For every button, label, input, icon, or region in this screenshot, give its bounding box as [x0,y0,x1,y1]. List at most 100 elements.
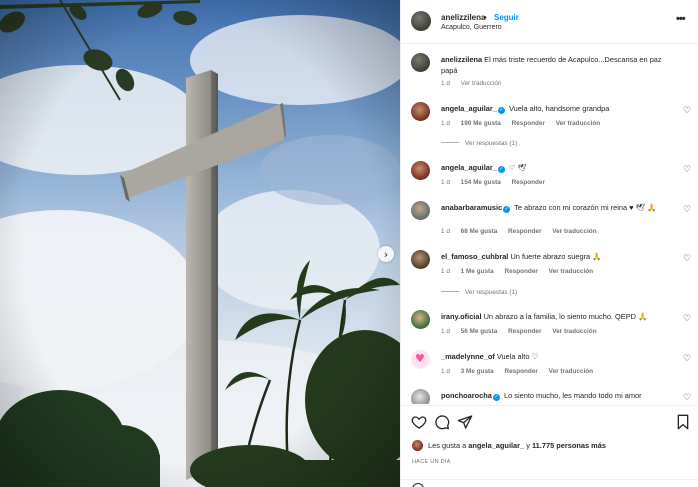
verified-icon: ✓ [492,394,500,401]
author-avatar[interactable] [411,53,430,72]
comment-username[interactable]: irany.oficial [441,312,482,321]
comment-time[interactable]: 1 d [441,120,450,127]
more-options-icon[interactable]: ••• [676,13,686,25]
commenter-avatar[interactable]: ♥ [411,350,430,369]
likes-text[interactable]: Les gusta a angela_aguilar_ y 11.775 per… [428,441,606,450]
comment-meta: 1 d 190 Me gusta Responder Ver traducció… [441,120,609,127]
commenter-avatar[interactable] [411,161,430,180]
follow-button[interactable]: Seguir [494,13,519,22]
comment-text: irany.oficial Un abrazo a la familia, lo… [441,312,677,323]
translate-link[interactable]: Ver traducción [549,268,593,275]
commenter-avatar[interactable] [411,201,430,220]
comment-likes[interactable]: 3 Me gusta [461,368,494,375]
separator-dot: • [484,13,487,22]
comment-text: ponchoarocha ✓ Lo siento mucho, les mando… [441,391,677,402]
carousel-next-button[interactable]: › [378,246,394,262]
liker-avatar[interactable] [412,440,423,451]
comment-username[interactable]: angela_aguilar_ [441,163,497,172]
post-photo[interactable]: › [0,0,400,487]
translate-link[interactable]: Ver traducción [556,120,600,127]
reply-button[interactable]: Responder [504,268,537,275]
comment-like-icon[interactable]: ♡ [683,354,691,364]
comment-body: Un fuerte abrazo suegra 🙏 [510,252,602,261]
heart-icon[interactable] [411,414,427,430]
translate-link[interactable]: Ver traducción [461,80,502,87]
comment-like-icon[interactable]: ♡ [683,106,691,116]
view-replies-button[interactable]: Ver respuestas (1) [441,140,517,147]
likes-joiner: y [526,441,530,450]
comment-likes[interactable]: 56 Me gusta [461,328,498,335]
comment-text: _madelynne_of Vuela alto ♡ [441,352,677,363]
comment-body: Vuela alto, handsome grandpa [508,104,610,113]
commenter-avatar[interactable] [411,102,430,121]
comment-time[interactable]: 1 d [441,268,450,275]
comment-username[interactable]: anabarbaramusic [441,203,502,212]
comment-time[interactable]: 1 d [441,228,450,235]
bookmark-icon[interactable] [675,414,691,430]
commenter-avatar[interactable] [411,389,430,404]
caption-meta: 1 d Ver traducción [441,80,511,87]
post-actions-bar [401,405,698,438]
share-icon[interactable] [457,414,473,430]
replies-line [441,142,459,143]
comment-time[interactable]: 1 d [441,368,450,375]
comments-list[interactable]: anelizzilena El más triste recuerdo de A… [401,45,698,404]
comment-time[interactable]: 1 d [441,179,450,186]
reply-button[interactable]: Responder [508,228,541,235]
comment-like-icon[interactable]: ♡ [683,165,691,175]
post-side-panel: anelizzilena • Seguir Acapulco, Guerrero… [400,0,698,487]
caption-time[interactable]: 1 d [441,80,450,87]
author-avatar[interactable] [411,11,431,31]
comment-like-icon[interactable]: ♡ [683,393,691,403]
comment-meta: 1 d 154 Me gusta Responder [441,179,554,186]
comment-icon[interactable] [434,414,450,430]
comment-username[interactable]: el_famoso_cuhbral [441,252,508,261]
comment-meta: 1 d 56 Me gusta Responder Ver traducción [441,328,606,335]
replies-line [441,291,459,292]
comment-body: Lo siento mucho, les mando todo mi amor [503,391,642,400]
comment-like-icon[interactable]: ♡ [683,314,691,324]
comment-likes[interactable]: 1 Me gusta [461,268,494,275]
add-comment-bar[interactable] [401,479,698,487]
comment-text: el_famoso_cuhbral Un fuerte abrazo suegr… [441,252,677,263]
comment-time[interactable]: 1 d [441,328,450,335]
reply-button[interactable]: Responder [512,120,545,127]
comment-body: Un abrazo a la familia, lo siento mucho.… [483,312,648,321]
translate-link[interactable]: Ver traducción [552,328,596,335]
comment-like-icon[interactable]: ♡ [683,254,691,264]
post-timestamp[interactable]: HACE UN DÍA [412,459,451,465]
emoji-icon[interactable] [412,483,424,487]
heart-avatar-icon: ♥ [415,352,425,365]
reply-button[interactable]: Responder [504,368,537,375]
view-replies-button[interactable]: Ver respuestas (1) [441,289,517,296]
translate-link[interactable]: Ver traducción [549,368,593,375]
comment-meta: 1 d 1 Me gusta Responder Ver traducción [441,268,602,275]
comment-text: angela_aguilar_ ✓ Vuela alto, handsome gr… [441,104,677,115]
comment-username[interactable]: ponchoarocha [441,391,492,400]
translate-link[interactable]: Ver traducción [552,228,596,235]
comment-username[interactable]: _madelynne_of [441,352,495,361]
likes-prefix: Les gusta a [428,441,467,450]
reply-button[interactable]: Responder [508,328,541,335]
commenter-avatar[interactable] [411,310,430,329]
comment-likes[interactable]: 190 Me gusta [461,120,501,127]
comment-likes[interactable]: 68 Me gusta [461,228,498,235]
likes-count[interactable]: 11.775 personas más [532,441,606,450]
comment-username[interactable]: angela_aguilar_ [441,104,497,113]
verified-icon: ✓ [497,107,505,114]
author-username[interactable]: anelizzilena [441,13,485,22]
comment-body: Vuela alto ♡ [496,352,539,361]
reply-button[interactable]: Responder [512,179,545,186]
view-replies-label: Ver respuestas (1) [465,140,518,147]
liker-username[interactable]: angela_aguilar_ [468,441,524,450]
verified-icon: ✓ [503,206,511,213]
comment-like-icon[interactable]: ♡ [683,205,691,215]
cross-photo-illustration [0,0,400,487]
post-location[interactable]: Acapulco, Guerrero [441,24,502,31]
caption-text: anelizzilena El más triste recuerdo de A… [441,55,677,76]
post-header: anelizzilena • Seguir Acapulco, Guerrero… [401,0,698,44]
caption-username[interactable]: anelizzilena [441,55,482,64]
commenter-avatar[interactable] [411,250,430,269]
comment-body: ♡ 🕊 [508,164,527,172]
comment-likes[interactable]: 154 Me gusta [461,179,501,186]
